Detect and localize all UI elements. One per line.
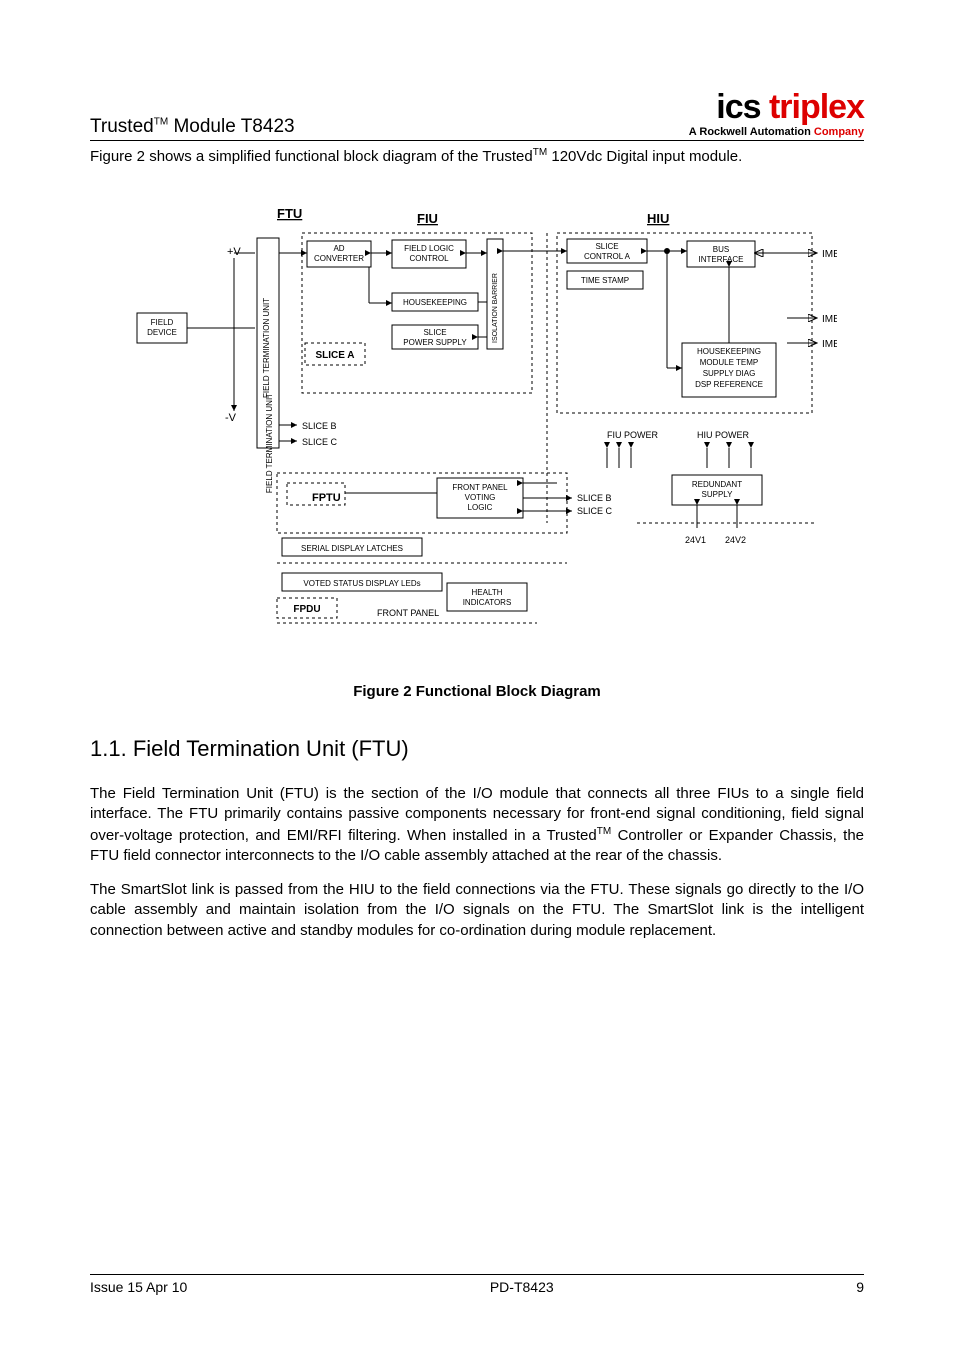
svg-text:INTERFACE: INTERFACE (699, 255, 744, 264)
plus-v: +V (227, 246, 241, 258)
svg-text:CONTROL: CONTROL (409, 254, 449, 263)
ftu-rot-label: FIELD TERMINATION UNIT (262, 298, 271, 398)
rs-1: REDUNDANT (692, 480, 742, 489)
intro-tm: TM (533, 147, 547, 158)
v24-2: 24V2 (725, 535, 746, 545)
slice-a: SLICE A (315, 350, 354, 361)
fiu-power: FIU POWER (607, 430, 658, 440)
section-heading: 1.1. Field Termination Unit (FTU) (90, 736, 864, 762)
logo-sub-red: Company (814, 126, 864, 138)
hi-2: INDICATORS (463, 598, 512, 607)
para-2: The SmartSlot link is passed from the HI… (90, 880, 864, 941)
fpvl-2: VOTING (465, 493, 496, 502)
diagram-svg: FTU FIU HIU +V -V FIELD DEVICE FIELD TER… (117, 193, 837, 653)
hiu-power: HIU POWER (697, 430, 750, 440)
footer-center: PD-T8423 (490, 1279, 554, 1295)
intro-text: Figure 2 shows a simplified functional b… (90, 147, 864, 165)
fptu: FPTU (312, 492, 341, 504)
fpvl-sb: SLICE B (577, 493, 612, 503)
intro-post: 120Vdc Digital input module. (547, 148, 742, 165)
ftu-label: FTU (277, 206, 302, 221)
intro-pre: Figure 2 shows a simplified functional b… (90, 148, 533, 165)
logo-block: ics triplex A Rockwell Automation Compan… (689, 90, 864, 138)
hiu-hk-2: MODULE TEMP (700, 358, 759, 367)
hiu-label: HIU (647, 211, 669, 226)
logo-main: ics triplex (689, 90, 864, 124)
front-panel: FRONT PANEL (377, 608, 439, 618)
svg-text:FIELD LOGIC: FIELD LOGIC (404, 244, 454, 253)
fiu-label: FIU (417, 211, 438, 226)
para1-tm: TM (597, 826, 611, 837)
svg-text:CONVERTER: CONVERTER (314, 254, 364, 263)
page: TrustedTM Module T8423 ics triplex A Roc… (0, 0, 954, 1351)
page-header: TrustedTM Module T8423 ics triplex A Roc… (90, 90, 864, 141)
ftu-slice-c: SLICE C (302, 437, 338, 447)
field-device-l1: FIELD (151, 318, 174, 327)
serial-disp: SERIAL DISPLAY LATCHES (301, 544, 403, 553)
section-title: Field Termination Unit (FTU) (133, 736, 409, 761)
imb-a: IMB A (822, 249, 837, 260)
minus-v: -V (225, 412, 237, 424)
hiu-hk-3: SUPPLY DIAG (703, 369, 756, 378)
hi-1: HEALTH (472, 588, 503, 597)
svg-text:CONTROL A: CONTROL A (584, 252, 631, 261)
logo-sub-black: A Rockwell Automation (689, 126, 814, 138)
svg-text:POWER SUPPLY: POWER SUPPLY (403, 338, 467, 347)
svg-text:AD: AD (333, 244, 344, 253)
footer-left: Issue 15 Apr 10 (90, 1279, 187, 1295)
imb-c: IMB C (822, 339, 837, 350)
field-term-unit: FIELD TERMINATION UNIT (265, 393, 274, 493)
product-suffix: Module T8423 (168, 116, 294, 137)
housekeeping-box: HOUSEKEEPING (403, 298, 467, 307)
iso-barrier: ISOLATION BARRIER (492, 273, 499, 343)
block-diagram: FTU FIU HIU +V -V FIELD DEVICE FIELD TER… (90, 193, 864, 653)
svg-text:SLICE: SLICE (423, 328, 446, 337)
fpvl-1: FRONT PANEL (452, 483, 508, 492)
fpdu: FPDU (293, 604, 320, 615)
para-1: The Field Termination Unit (FTU) is the … (90, 784, 864, 866)
hiu-hk-1: HOUSEKEEPING (697, 347, 761, 356)
fpvl-3: LOGIC (468, 503, 493, 512)
footer-right: 9 (856, 1279, 864, 1295)
ftu-slice-b: SLICE B (302, 421, 337, 431)
header-product: TrustedTM Module T8423 (90, 116, 295, 138)
logo-triplex: triplex (761, 88, 864, 126)
field-device-l2: DEVICE (147, 328, 177, 337)
logo-sub: A Rockwell Automation Company (689, 126, 864, 138)
time-stamp: TIME STAMP (581, 276, 629, 285)
logo-ics: ics (716, 88, 760, 126)
page-footer: Issue 15 Apr 10 PD-T8423 9 (90, 1274, 864, 1295)
rs-2: SUPPLY (702, 490, 734, 499)
figure-caption: Figure 2 Functional Block Diagram (90, 683, 864, 700)
voted-leds: VOTED STATUS DISPLAY LEDs (303, 579, 420, 588)
product-prefix: Trusted (90, 116, 154, 137)
imb-b: IMB B (822, 314, 837, 325)
svg-text:SLICE: SLICE (595, 242, 618, 251)
tm-mark: TM (154, 117, 168, 128)
v24-1: 24V1 (685, 535, 706, 545)
fpvl-sc: SLICE C (577, 506, 613, 516)
section-number: 1.1. (90, 736, 127, 761)
hiu-hk-4: DSP REFERENCE (695, 380, 763, 389)
svg-text:BUS: BUS (713, 245, 729, 254)
